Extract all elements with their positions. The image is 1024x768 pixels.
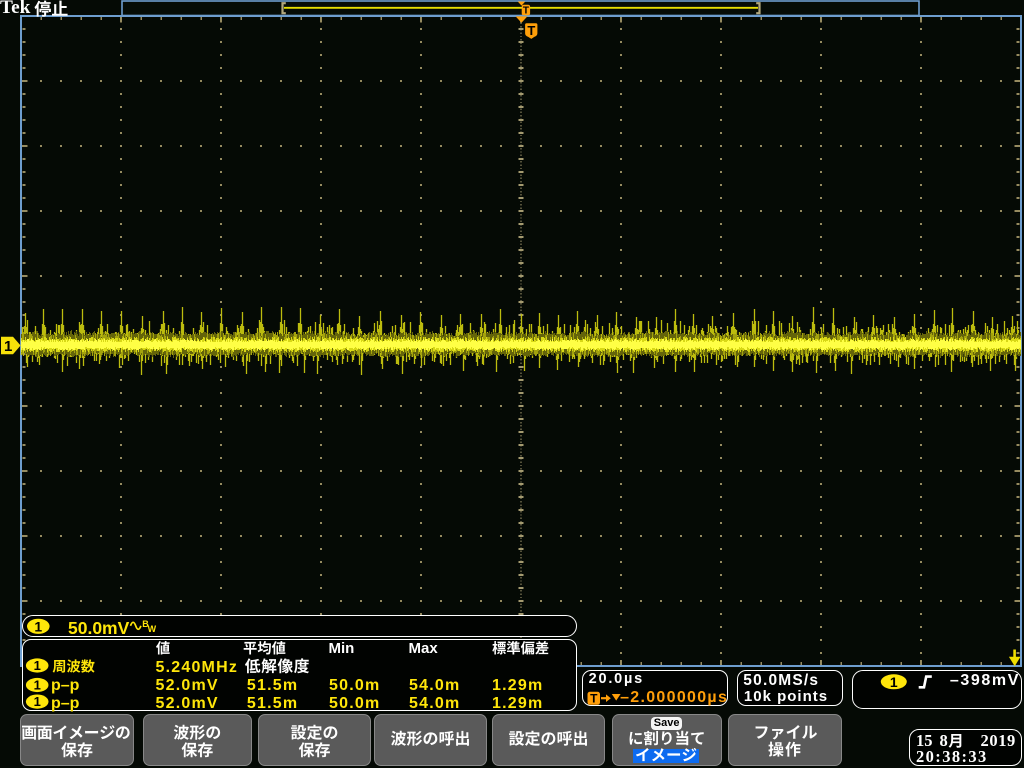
svg-text:W: W (148, 624, 157, 634)
svg-text:1: 1 (34, 678, 41, 693)
svg-text:1: 1 (890, 674, 898, 690)
svg-text:1: 1 (34, 618, 42, 634)
svg-text:1: 1 (34, 694, 41, 709)
svg-text:1: 1 (34, 658, 41, 673)
